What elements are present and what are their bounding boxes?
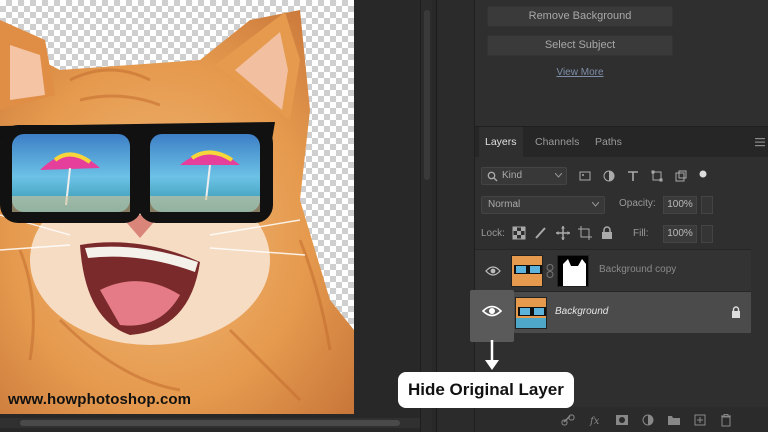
search-icon	[487, 171, 498, 182]
new-group-icon[interactable]	[667, 413, 681, 427]
chevron-down-icon	[555, 173, 562, 178]
panel-menu-icon[interactable]	[755, 137, 765, 147]
horizontal-scrollbar[interactable]	[0, 418, 420, 428]
eye-icon[interactable]	[482, 304, 502, 318]
filter-shape-icon[interactable]	[649, 168, 665, 184]
filter-adjustment-icon[interactable]	[601, 168, 617, 184]
layer-row-background-copy[interactable]: Background copy	[475, 249, 751, 291]
chevron-down-icon	[592, 202, 599, 207]
fill-slider-toggle[interactable]	[701, 225, 713, 243]
watermark-text: www.howphotoshop.com	[8, 391, 192, 408]
link-layers-icon[interactable]	[561, 413, 575, 427]
tab-paths[interactable]: Paths	[589, 127, 628, 157]
lock-icon[interactable]	[731, 306, 741, 318]
select-subject-button[interactable]: Select Subject	[487, 35, 673, 56]
blend-mode-value: Normal	[488, 199, 521, 210]
document-canvas[interactable]: www.howphotoshop.com	[0, 0, 354, 414]
opacity-input[interactable]: 100%	[663, 196, 697, 214]
lock-position-icon[interactable]	[555, 225, 571, 241]
lock-image-pixels-icon[interactable]	[533, 225, 549, 241]
vertical-scroll-thumb[interactable]	[424, 10, 430, 180]
lock-all-icon[interactable]	[599, 225, 615, 241]
panel-icon-strip	[437, 0, 475, 432]
filter-kind-value: Kind	[502, 170, 523, 181]
cat-with-sunglasses-image	[0, 10, 354, 414]
filter-type-icon[interactable]	[625, 168, 641, 184]
blend-mode-select[interactable]: Normal	[481, 196, 605, 214]
layers-tab-bar: Layers Channels Paths	[475, 127, 768, 157]
layer-name: Background	[555, 306, 609, 317]
annotation-callout: Hide Original Layer	[398, 372, 574, 408]
add-mask-icon[interactable]	[615, 413, 629, 427]
filter-kind-select[interactable]: Kind	[481, 167, 567, 185]
layer-row-background[interactable]: Background	[475, 291, 751, 333]
vertical-scrollbar[interactable]	[420, 0, 432, 432]
svg-text:fx: fx	[589, 416, 600, 427]
fill-label: Fill:	[633, 228, 649, 239]
layer-thumbnail	[511, 255, 543, 287]
layer-mask-thumbnail[interactable]	[557, 255, 589, 287]
chain-link-icon[interactable]	[546, 264, 554, 278]
lock-transparent-pixels-icon[interactable]	[511, 225, 527, 241]
adjustment-layer-icon[interactable]	[641, 413, 655, 427]
fill-input[interactable]: 100%	[663, 225, 697, 243]
remove-background-button[interactable]: Remove Background	[487, 6, 673, 27]
filter-toggle-icon[interactable]	[695, 168, 711, 184]
horizontal-scroll-thumb[interactable]	[20, 420, 400, 426]
arrow-down-icon	[485, 340, 499, 370]
filter-smart-object-icon[interactable]	[673, 168, 689, 184]
view-more-link[interactable]: View More	[475, 67, 685, 78]
highlighted-visibility-toggle[interactable]	[470, 290, 514, 342]
trash-icon[interactable]	[719, 413, 733, 427]
layer-thumbnail	[515, 297, 547, 329]
new-layer-icon[interactable]	[693, 413, 707, 427]
fx-icon[interactable]: fx	[589, 413, 603, 427]
tab-channels[interactable]: Channels	[529, 127, 585, 157]
properties-panel: Remove Background Select Subject View Mo…	[475, 0, 768, 126]
filter-pixel-icon[interactable]	[577, 168, 593, 184]
layers-footer-toolbar: fx	[475, 407, 768, 432]
visibility-toggle[interactable]	[475, 250, 511, 292]
lock-artboard-icon[interactable]	[577, 225, 593, 241]
canvas-area[interactable]: www.howphotoshop.com	[0, 0, 436, 432]
opacity-label: Opacity:	[619, 198, 656, 209]
lock-label: Lock:	[481, 228, 505, 239]
eye-icon[interactable]	[485, 265, 501, 277]
layer-name: Background copy	[599, 264, 677, 275]
opacity-slider-toggle[interactable]	[701, 196, 713, 214]
tab-layers[interactable]: Layers	[479, 127, 523, 157]
